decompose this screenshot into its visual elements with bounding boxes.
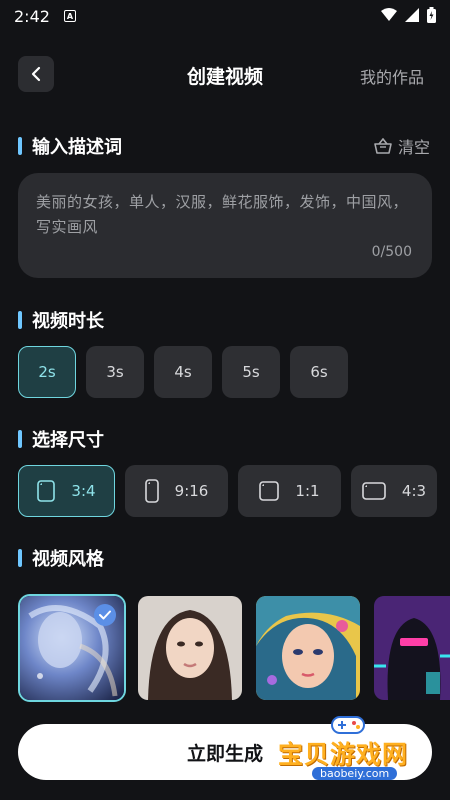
duration-option-2s[interactable]: 2s xyxy=(18,346,76,398)
style-thumb-colorful-anime[interactable] xyxy=(254,594,362,702)
style-section-label: 视频风格 xyxy=(32,549,104,570)
square-ratio-icon xyxy=(259,481,280,501)
size-option-1-1[interactable]: 1:1 xyxy=(238,465,341,517)
size-option-label: 1:1 xyxy=(295,482,320,500)
portrait-ratio-icon xyxy=(37,480,56,502)
duration-options: 2s 3s 4s 5s 6s xyxy=(18,346,348,398)
style-thumb-cyberpunk[interactable] xyxy=(372,594,450,702)
prompt-section-label: 输入描述词 xyxy=(32,137,122,158)
clear-button[interactable]: 清空 xyxy=(374,134,430,158)
clear-label: 清空 xyxy=(397,138,430,157)
size-option-4-3[interactable]: 4:3 xyxy=(351,465,437,517)
style-thumb-realistic-portrait[interactable] xyxy=(136,594,244,702)
style-options xyxy=(18,594,450,702)
landscape-ratio-icon xyxy=(362,482,386,500)
colorful-anime-girl-image xyxy=(256,596,360,700)
basket-icon xyxy=(374,138,392,154)
wifi-icon xyxy=(381,8,397,21)
status-time: 2:42 xyxy=(14,6,50,26)
prompt-section-title: 输入描述词 xyxy=(18,133,122,159)
status-icons xyxy=(381,7,436,23)
header: 创建视频 我的作品 xyxy=(0,52,450,96)
watermark-text: 宝贝游戏网 xyxy=(278,740,409,769)
realistic-portrait-image xyxy=(138,596,242,700)
size-options: 3:4 9:16 1:1 4:3 xyxy=(18,465,437,517)
site-watermark: 宝贝游戏网 baobeiy.com xyxy=(272,713,422,785)
tall-ratio-icon xyxy=(144,479,159,503)
my-works-link[interactable]: 我的作品 xyxy=(360,64,424,88)
style-thumb-ethereal-blue[interactable] xyxy=(18,594,126,702)
section-accent-bar xyxy=(18,549,22,567)
selected-check-icon xyxy=(94,604,116,626)
app-notification-icon: A xyxy=(63,10,76,22)
size-section-title: 选择尺寸 xyxy=(18,426,104,452)
signal-icon xyxy=(405,8,419,22)
section-accent-bar xyxy=(18,137,22,155)
size-option-label: 3:4 xyxy=(71,482,96,500)
size-option-label: 9:16 xyxy=(174,482,209,500)
duration-option-5s[interactable]: 5s xyxy=(222,346,280,398)
status-bar: 2:42 A xyxy=(0,0,450,32)
prompt-text: 美丽的女孩，单人，汉服，鲜花服饰，发饰，中国风，写实画风 xyxy=(36,193,409,236)
duration-option-6s[interactable]: 6s xyxy=(290,346,348,398)
section-accent-bar xyxy=(18,311,22,329)
style-section-title: 视频风格 xyxy=(18,545,104,571)
gamepad-logo-icon xyxy=(331,716,365,734)
size-section-label: 选择尺寸 xyxy=(32,430,104,451)
duration-option-3s[interactable]: 3s xyxy=(86,346,144,398)
watermark-domain: baobeiy.com xyxy=(312,767,398,780)
size-option-3-4[interactable]: 3:4 xyxy=(18,465,115,517)
size-option-label: 4:3 xyxy=(401,482,427,500)
section-accent-bar xyxy=(18,430,22,448)
char-count: 0/500 xyxy=(371,244,412,260)
duration-option-4s[interactable]: 4s xyxy=(154,346,212,398)
duration-section-title: 视频时长 xyxy=(18,307,104,333)
duration-section-label: 视频时长 xyxy=(32,311,104,332)
prompt-input[interactable]: 美丽的女孩，单人，汉服，鲜花服饰，发饰，中国风，写实画风 0/500 xyxy=(18,173,432,278)
battery-icon xyxy=(427,7,436,23)
size-option-9-16[interactable]: 9:16 xyxy=(125,465,228,517)
cyberpunk-hooded-figure-image xyxy=(374,596,450,700)
